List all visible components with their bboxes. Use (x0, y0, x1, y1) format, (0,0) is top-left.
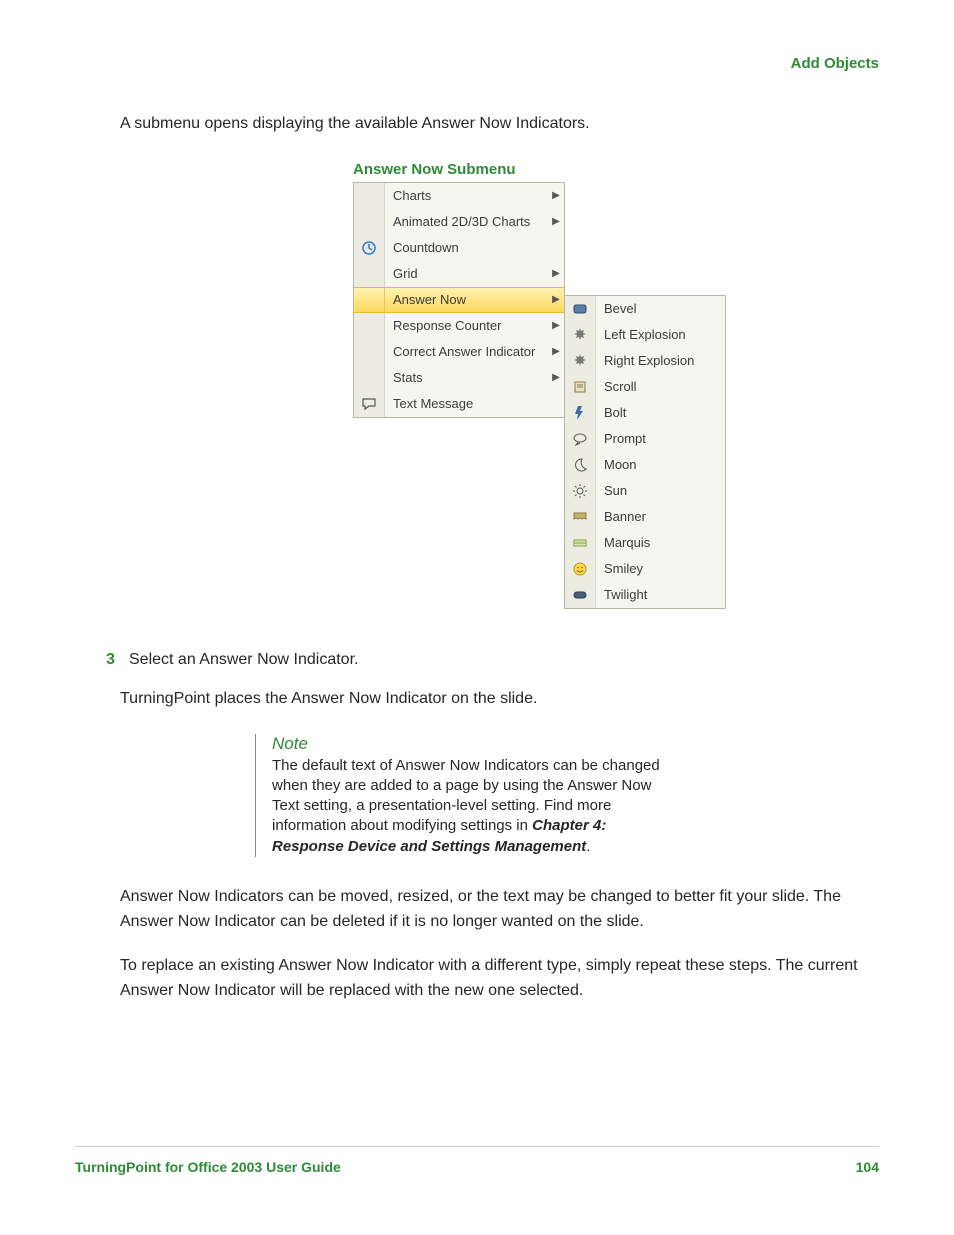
burst-icon (565, 322, 596, 348)
submenu-item[interactable]: Sun (565, 478, 725, 504)
message-icon (354, 391, 385, 417)
footer-page-number: 104 (856, 1159, 879, 1175)
submenu-item[interactable]: Banner (565, 504, 725, 530)
bolt-icon (565, 400, 596, 426)
step-number: 3 (75, 651, 129, 669)
menu-item[interactable]: Response Counter▶ (354, 313, 564, 339)
menu-item-label: Stats (385, 370, 548, 385)
submenu-item-label: Banner (596, 509, 725, 524)
note-body: The default text of Answer Now Indicator… (272, 756, 672, 857)
blank-icon (354, 365, 385, 391)
submenu-item[interactable]: Bevel (565, 296, 725, 322)
submenu-arrow-icon: ▶ (548, 294, 564, 305)
submenu-arrow-icon: ▶ (548, 216, 564, 227)
menu-item-label: Text Message (385, 396, 548, 411)
submenu-arrow-icon: ▶ (548, 372, 564, 383)
section-header: Add Objects (75, 55, 879, 72)
submenu-item-label: Bolt (596, 405, 725, 420)
submenu-item[interactable]: Prompt (565, 426, 725, 452)
submenu-item-label: Sun (596, 483, 725, 498)
menu-item[interactable]: Stats▶ (354, 365, 564, 391)
marquis-icon (565, 530, 596, 556)
menu-item-label: Countdown (385, 240, 548, 255)
submenu-arrow-icon: ▶ (548, 268, 564, 279)
banner-icon (565, 504, 596, 530)
twilight-icon (565, 582, 596, 608)
burst-icon (565, 348, 596, 374)
footer-doc-title: TurningPoint for Office 2003 User Guide (75, 1159, 341, 1175)
answer-now-submenu: Bevel Left Explosion Right Explosion Scroll… (564, 295, 726, 609)
submenu-item[interactable]: Bolt (565, 400, 725, 426)
submenu-item[interactable]: Right Explosion (565, 348, 725, 374)
blank-icon (354, 339, 385, 365)
submenu-item[interactable]: Marquis (565, 530, 725, 556)
figure-menus: Charts▶Animated 2D/3D Charts▶CountdownGr… (353, 182, 879, 609)
prompt-icon (565, 426, 596, 452)
menu-item-label: Response Counter (385, 318, 548, 333)
submenu-item[interactable]: Smiley (565, 556, 725, 582)
submenu-item-label: Smiley (596, 561, 725, 576)
smiley-icon (565, 556, 596, 582)
submenu-item[interactable]: Twilight (565, 582, 725, 608)
submenu-item-label: Left Explosion (596, 327, 725, 342)
clock-icon (354, 235, 385, 261)
paragraph-move-resize: Answer Now Indicators can be moved, resi… (120, 885, 879, 935)
submenu-item-label: Moon (596, 457, 725, 472)
submenu-item-label: Marquis (596, 535, 725, 550)
step-row: 3 Select an Answer Now Indicator. (75, 651, 879, 669)
blank-icon (354, 183, 385, 209)
submenu-item-label: Scroll (596, 379, 725, 394)
intro-paragraph: A submenu opens displaying the available… (120, 112, 879, 137)
submenu-item[interactable]: Scroll (565, 374, 725, 400)
page-footer: TurningPoint for Office 2003 User Guide … (75, 1146, 879, 1175)
submenu-item-label: Prompt (596, 431, 725, 446)
paragraph-replace: To replace an existing Answer Now Indica… (120, 954, 879, 1004)
note-title: Note (272, 734, 672, 754)
submenu-item[interactable]: Left Explosion (565, 322, 725, 348)
step-text: Select an Answer Now Indicator. (129, 651, 358, 669)
blank-icon (354, 313, 385, 339)
submenu-arrow-icon: ▶ (548, 346, 564, 357)
note-body-post: . (586, 838, 590, 855)
menu-item[interactable]: Text Message (354, 391, 564, 417)
menu-item[interactable]: Correct Answer Indicator▶ (354, 339, 564, 365)
bevel-icon (565, 296, 596, 322)
submenu-item-label: Twilight (596, 587, 725, 602)
moon-icon (565, 452, 596, 478)
menu-item[interactable]: Countdown (354, 235, 564, 261)
menu-item-label: Grid (385, 266, 548, 281)
main-menu: Charts▶Animated 2D/3D Charts▶CountdownGr… (353, 182, 565, 418)
sun-icon (565, 478, 596, 504)
submenu-item-label: Bevel (596, 301, 725, 316)
menu-item[interactable]: Grid▶ (354, 261, 564, 287)
submenu-item[interactable]: Moon (565, 452, 725, 478)
menu-item[interactable]: Charts▶ (354, 183, 564, 209)
menu-item-label: Answer Now (385, 292, 548, 307)
menu-item[interactable]: Answer Now▶ (354, 287, 564, 313)
figure-caption: Answer Now Submenu (353, 161, 879, 178)
blank-icon (354, 261, 385, 287)
submenu-arrow-icon: ▶ (548, 190, 564, 201)
scroll-icon (565, 374, 596, 400)
blank-icon (354, 209, 385, 235)
note-box: Note The default text of Answer Now Indi… (255, 734, 672, 857)
menu-item-label: Correct Answer Indicator (385, 344, 548, 359)
submenu-item-label: Right Explosion (596, 353, 725, 368)
menu-item-label: Animated 2D/3D Charts (385, 214, 548, 229)
menu-item-label: Charts (385, 188, 548, 203)
submenu-arrow-icon: ▶ (548, 320, 564, 331)
after-step-paragraph: TurningPoint places the Answer Now Indic… (120, 687, 879, 712)
blank-icon (354, 288, 385, 312)
menu-item[interactable]: Animated 2D/3D Charts▶ (354, 209, 564, 235)
